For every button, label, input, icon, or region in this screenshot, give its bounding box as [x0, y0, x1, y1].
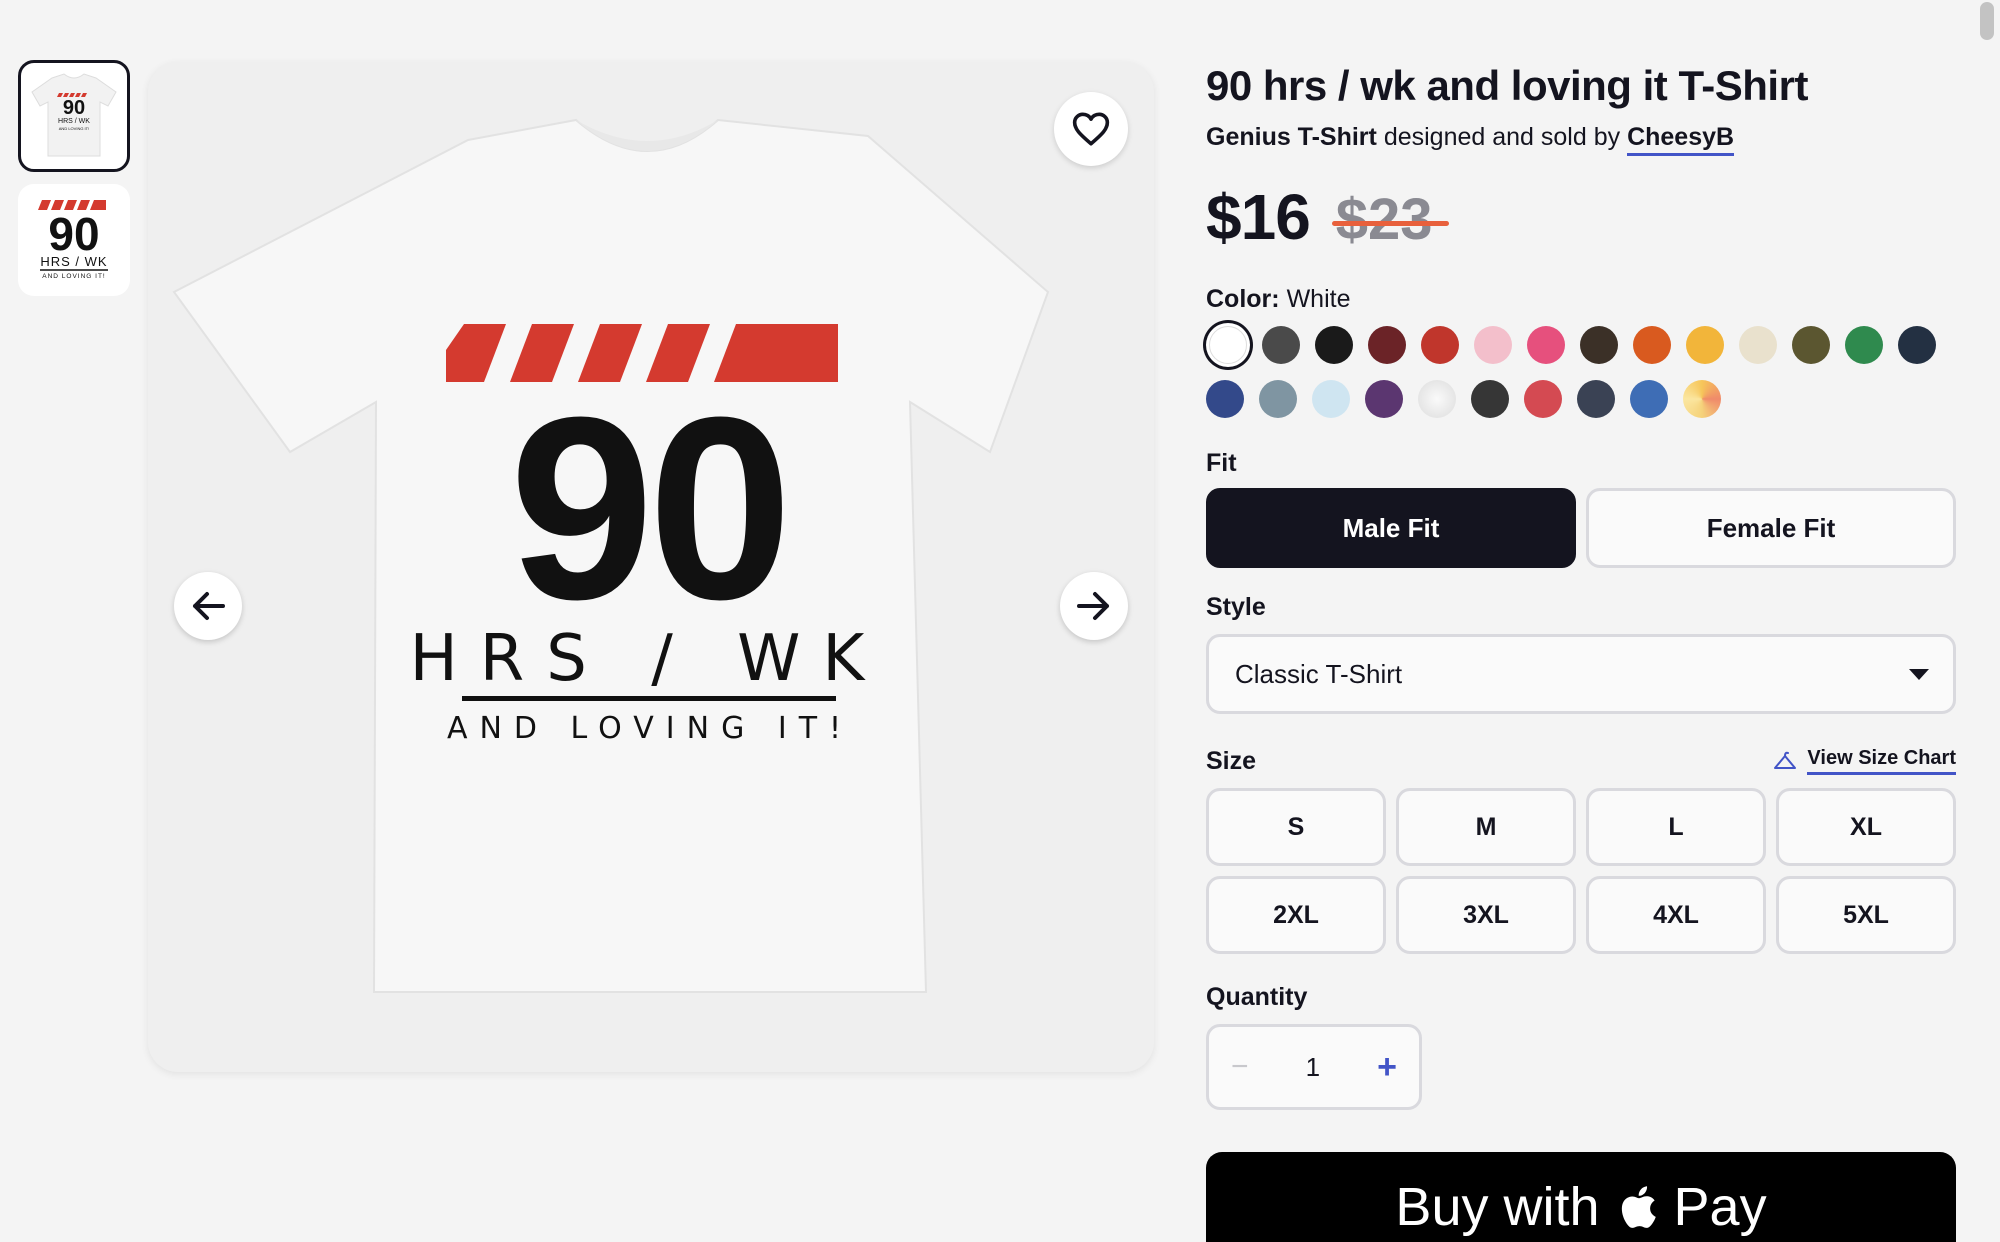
color-swatch[interactable] [1686, 326, 1724, 364]
color-swatch[interactable] [1315, 326, 1353, 364]
original-price: $23 [1331, 187, 1449, 252]
style-selected-value: Classic T-Shirt [1235, 658, 1403, 689]
color-swatch[interactable] [1262, 326, 1300, 364]
size-header: Size View Size Chart [1206, 744, 1956, 778]
size-option-xl[interactable]: XL [1776, 788, 1956, 866]
tshirt-image: 90 HRS / WK AND LOVING IT! [172, 118, 1050, 993]
color-swatch[interactable] [1312, 380, 1350, 418]
color-label: Color: White [1206, 282, 1956, 316]
quantity-decrease-button[interactable]: − [1231, 1050, 1249, 1084]
size-option-5xl[interactable]: 5XL [1776, 876, 1956, 954]
apple-pay-text-after: Pay [1673, 1177, 1767, 1237]
fit-option-male[interactable]: Male Fit [1206, 488, 1576, 568]
color-swatch[interactable] [1739, 326, 1777, 364]
color-swatch[interactable] [1418, 380, 1456, 418]
color-swatch[interactable] [1845, 326, 1883, 364]
hanger-icon [1774, 751, 1797, 769]
size-label: Size [1206, 747, 1257, 775]
design-thumbnail-icon: 90 HRS / WK AND LOVING IT! [38, 200, 108, 280]
product-type: Genius T-Shirt [1206, 123, 1377, 151]
previous-image-button[interactable] [174, 572, 242, 640]
color-swatch[interactable] [1683, 380, 1721, 418]
quantity-label: Quantity [1206, 983, 1308, 1011]
color-swatch[interactable] [1898, 326, 1936, 364]
color-swatches [1206, 326, 1966, 434]
fit-options: Male Fit Female Fit [1206, 488, 1956, 568]
selected-color: White [1286, 285, 1351, 313]
favorite-button[interactable] [1054, 92, 1128, 166]
product-image: 90 HRS / WK AND LOVING IT! [148, 62, 1154, 1072]
designed-by-text: designed and sold by [1383, 123, 1621, 151]
product-byline: Genius T-Shirt designed and sold by Chee… [1206, 120, 1956, 156]
view-size-chart-text: View Size Chart [1807, 747, 1956, 775]
product-title: 90 hrs / wk and loving it T-Shirt [1206, 62, 1808, 109]
fit-label: Fit [1206, 449, 1237, 477]
color-swatch[interactable] [1527, 326, 1565, 364]
svg-text:90: 90 [48, 208, 99, 260]
quantity-increase-button[interactable]: + [1377, 1048, 1397, 1087]
fit-option-female[interactable]: Female Fit [1586, 488, 1956, 568]
quantity-stepper: − 1 + [1206, 1024, 1422, 1110]
svg-text:AND LOVING IT!: AND LOVING IT! [59, 126, 89, 131]
size-option-m[interactable]: M [1396, 788, 1576, 866]
svg-text:AND LOVING IT!: AND LOVING IT! [42, 273, 105, 280]
color-swatch[interactable] [1630, 380, 1668, 418]
size-option-4xl[interactable]: 4XL [1586, 876, 1766, 954]
arrow-left-icon [193, 592, 225, 620]
svg-text:HRS / WK: HRS / WK [40, 254, 107, 269]
size-option-s[interactable]: S [1206, 788, 1386, 866]
arrow-right-icon [1077, 592, 1109, 620]
price-row: $16 $23 [1206, 180, 1956, 254]
apple-pay-button[interactable]: Buy with Pay [1206, 1152, 1956, 1242]
size-option-l[interactable]: L [1586, 788, 1766, 866]
apple-pay-text-before: Buy with [1395, 1177, 1600, 1237]
color-swatch[interactable] [1474, 326, 1512, 364]
color-swatch[interactable] [1577, 380, 1615, 418]
quantity-value[interactable]: 1 [1306, 1052, 1320, 1083]
current-price: $16 [1206, 181, 1311, 253]
thumbnail-tshirt[interactable]: 90 HRS / WK AND LOVING IT! [18, 60, 130, 172]
size-option-3xl[interactable]: 3XL [1396, 876, 1576, 954]
size-options: S M L XL 2XL 3XL 4XL 5XL [1206, 788, 1956, 954]
style-select[interactable]: Classic T-Shirt [1206, 634, 1956, 714]
svg-text:AND LOVING IT!: AND LOVING IT! [447, 711, 853, 746]
color-swatch[interactable] [1792, 326, 1830, 364]
color-swatch[interactable] [1209, 326, 1247, 364]
thumbnail-list: 90 HRS / WK AND LOVING IT! 90 HRS / WK A… [18, 60, 134, 308]
svg-text:90: 90 [509, 364, 786, 654]
product-info: 90 hrs / wk and loving it T-Shirt Genius… [1206, 58, 1956, 1242]
color-swatch[interactable] [1633, 326, 1671, 364]
view-size-chart-link[interactable]: View Size Chart [1773, 747, 1956, 775]
color-swatch[interactable] [1421, 326, 1459, 364]
svg-text:HRS / WK: HRS / WK [410, 622, 887, 696]
color-swatch[interactable] [1206, 380, 1244, 418]
color-swatch[interactable] [1580, 326, 1618, 364]
page-scrollbar[interactable] [1980, 2, 1994, 40]
apple-logo-icon [1621, 1186, 1656, 1228]
svg-text:HRS / WK: HRS / WK [58, 118, 90, 125]
color-label-text: Color: [1206, 285, 1280, 313]
tshirt-thumbnail-icon: 90 HRS / WK AND LOVING IT! [31, 73, 117, 157]
color-swatch[interactable] [1259, 380, 1297, 418]
chevron-down-icon [1909, 668, 1929, 680]
color-swatch[interactable] [1365, 380, 1403, 418]
heart-icon [1072, 112, 1110, 146]
artist-link[interactable]: CheesyB [1627, 123, 1735, 156]
style-label: Style [1206, 593, 1266, 621]
svg-text:90: 90 [63, 97, 85, 119]
next-image-button[interactable] [1060, 572, 1128, 640]
thumbnail-design[interactable]: 90 HRS / WK AND LOVING IT! [18, 184, 130, 296]
color-swatch[interactable] [1524, 380, 1562, 418]
size-option-2xl[interactable]: 2XL [1206, 876, 1386, 954]
color-swatch[interactable] [1471, 380, 1509, 418]
color-swatch[interactable] [1368, 326, 1406, 364]
